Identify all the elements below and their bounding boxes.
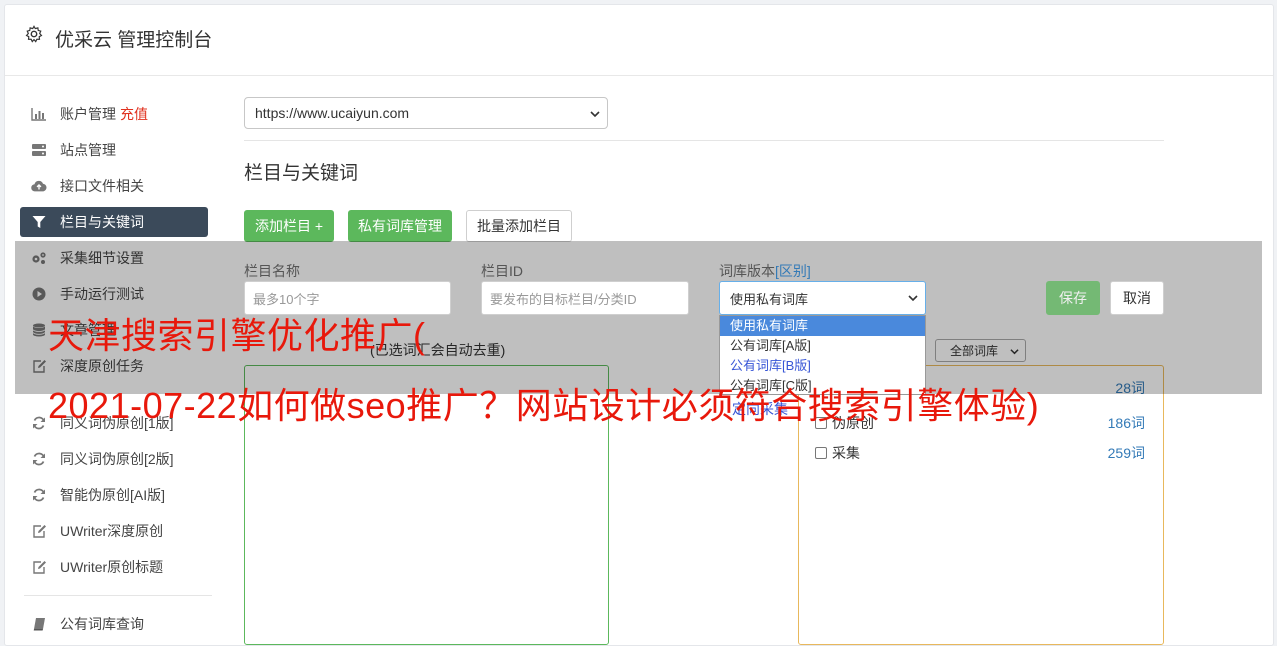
column-name-label: 栏目名称 [244,263,300,279]
checkbox[interactable] [815,447,827,459]
panel-header: 优采云 管理控制台 [5,5,1273,76]
sidebar-item-account[interactable]: 账户管理 充值 [20,99,208,129]
column-id-input[interactable]: 要发布的目标栏目/分类ID [481,281,689,315]
sidebar-item-columns[interactable]: 栏目与关键词 [20,207,208,237]
sidebar-item-sites[interactable]: 站点管理 [20,135,208,165]
chevron-down-icon [908,295,918,302]
site-select-value: https://www.ucaiyun.com [255,105,410,121]
edit-icon [31,559,47,575]
dict-version-dropdown[interactable]: 使用私有词库 公有词库[A版] 公有词库[B版] 公有词库[C版] [719,315,926,395]
sidebar-divider [24,595,212,596]
gear-icon [25,25,43,43]
dict-row-label: 采集 [832,445,860,461]
chevron-down-icon [590,111,600,118]
server-icon [31,142,47,158]
refresh-icon [31,487,47,503]
sidebar-item-label: 栏目与关键词 [60,214,144,230]
add-column-button[interactable]: 添加栏目 + [244,210,334,242]
sidebar-item-api[interactable]: 接口文件相关 [20,171,208,201]
dict-row[interactable]: 采集 259词 [815,443,1145,463]
sidebar-item-label: UWriter原创标题 [60,559,164,575]
cloud-upload-icon [31,178,47,194]
dropdown-option[interactable]: 公有词库[A版] [720,336,925,356]
dropdown-option[interactable]: 使用私有词库 [720,316,925,336]
refresh-icon [31,415,47,431]
refresh-icon [31,451,47,467]
dropdown-option[interactable]: 公有词库[B版] [720,356,925,376]
save-button[interactable]: 保存 [1046,281,1100,315]
sidebar-item-uwriter-title[interactable]: UWriter原创标题 [20,552,208,582]
sidebar-item-label: 站点管理 [60,142,116,158]
watermark-line-2: 2021-07-22如何做seo推广？网站设计必须符合搜索引擎体验) [48,385,1040,426]
sidebar-item-label: 公有词库查询 [60,616,144,632]
recharge-link[interactable]: 充值 [120,104,148,124]
filter-icon [31,214,47,230]
dict-row-count: 259词 [1107,445,1145,461]
dict-version-label-text: 词库版本 [719,263,775,279]
site-select[interactable]: https://www.ucaiyun.com [244,97,608,129]
dict-version-value: 使用私有词库 [730,291,809,307]
private-dict-button[interactable]: 私有词库管理 [348,210,452,242]
book-icon [31,616,47,632]
sidebar-item-label: 账户管理 [60,106,116,122]
column-id-label: 栏目ID [481,263,523,279]
sidebar-item-uwriter-deep[interactable]: UWriter深度原创 [20,516,208,546]
batch-add-button[interactable]: 批量添加栏目 [466,210,572,242]
bar-chart-icon [31,106,47,122]
sidebar-item-ai-rewrite[interactable]: 智能伪原创[AI版] [20,480,208,510]
app-title: 优采云 管理控制台 [55,30,213,51]
cancel-button[interactable]: 取消 [1110,281,1164,315]
dict-version-label: 词库版本[区别] [719,261,811,281]
watermark-line-1: 天津搜索引擎优化推广( [48,315,426,356]
sidebar-item-public-dict[interactable]: 公有词库查询 [20,609,208,639]
divider [244,140,1164,141]
dict-row-count: 186词 [1107,415,1145,431]
sidebar-item-label: 同义词伪原创[2版] [60,451,174,467]
sidebar-item-synonym-2[interactable]: 同义词伪原创[2版] [20,444,208,474]
edit-icon [31,523,47,539]
dict-version-select[interactable]: 使用私有词库 [719,281,926,315]
sidebar-item-label: UWriter深度原创 [60,523,164,539]
page-title: 栏目与关键词 [244,163,359,184]
difference-link[interactable]: [区别] [775,263,811,279]
column-name-input[interactable]: 最多10个字 [244,281,451,315]
sidebar-item-label: 智能伪原创[AI版] [60,487,166,503]
sidebar-item-label: 接口文件相关 [60,178,144,194]
